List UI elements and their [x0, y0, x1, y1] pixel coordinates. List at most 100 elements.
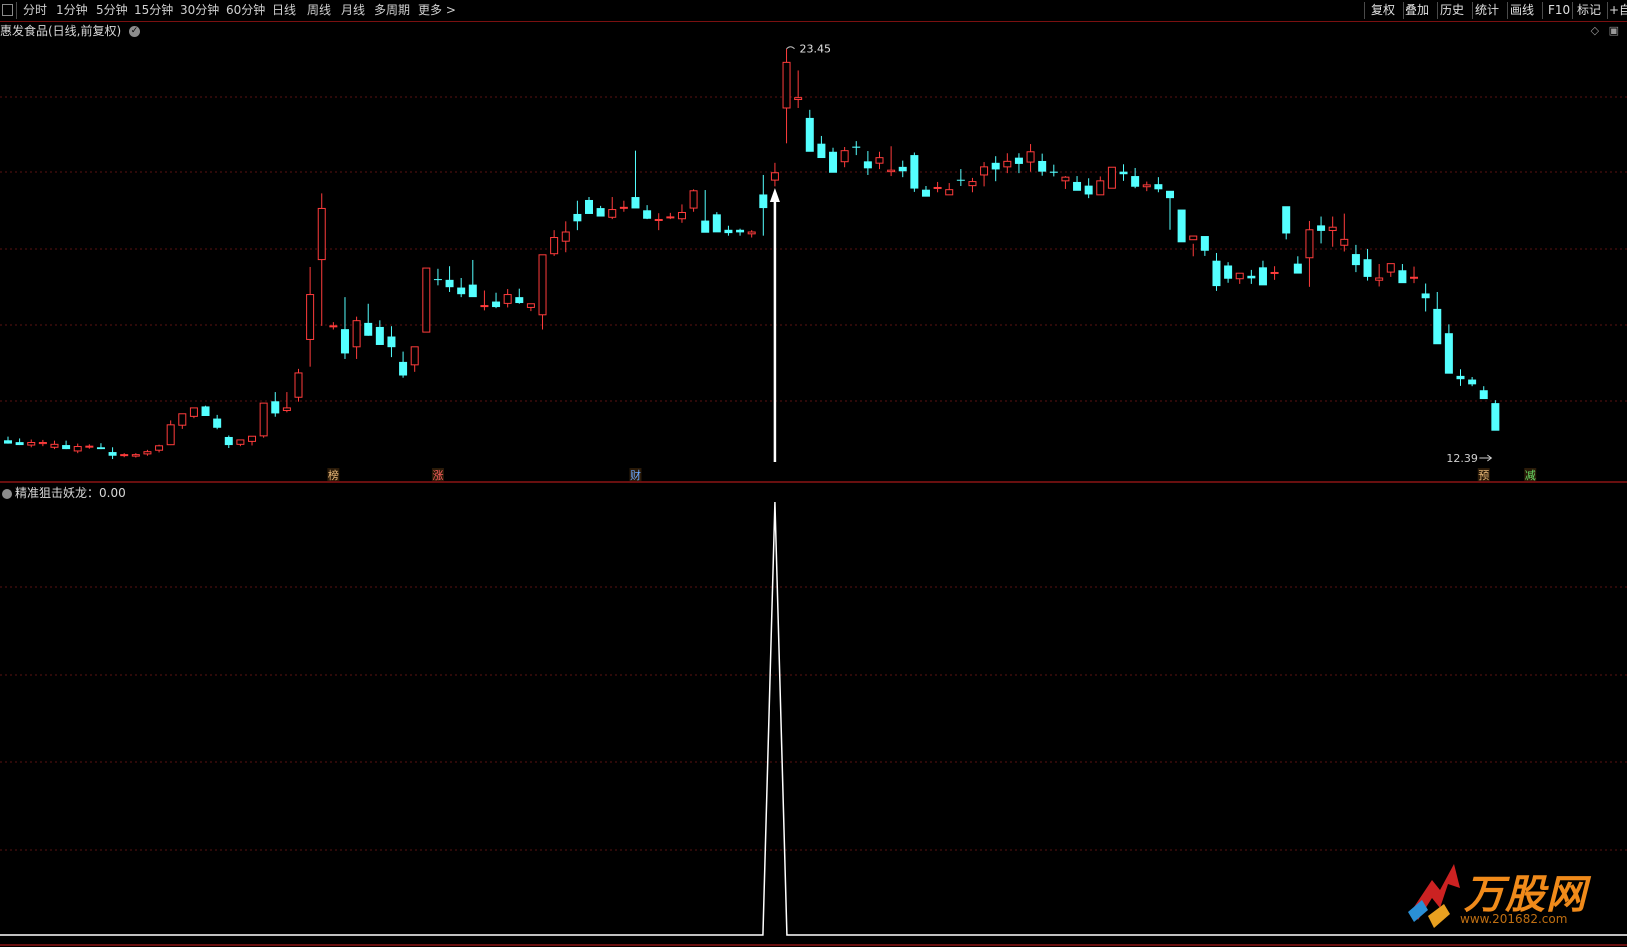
candle-body [248, 435, 257, 442]
candle-body [887, 169, 896, 173]
candle-body [96, 447, 105, 450]
candle-body [1363, 259, 1372, 277]
candle-body [1247, 275, 1256, 279]
candle-body [852, 146, 861, 148]
candle-body [1026, 151, 1035, 163]
indicator-toggle-icon[interactable] [2, 488, 12, 499]
signal-arrow-head [769, 188, 780, 202]
candle-body [1386, 263, 1395, 273]
candle-body [1328, 226, 1337, 232]
candle-body [178, 413, 187, 426]
candle-body [1444, 333, 1453, 374]
candle-body [619, 206, 628, 209]
candle-body [143, 451, 152, 455]
candle-body [829, 151, 838, 173]
candle-body [968, 181, 977, 187]
candle-body [445, 279, 454, 288]
candle-body [50, 443, 59, 448]
candle-body [236, 439, 245, 445]
candle-body [1084, 185, 1093, 195]
candle-body [503, 294, 512, 304]
candle-body [689, 190, 698, 209]
candle-body [1224, 265, 1233, 279]
candle-body [375, 326, 384, 345]
candle-body [1061, 176, 1070, 182]
candle-body [1293, 263, 1302, 274]
candle-body [1456, 375, 1465, 380]
candle-body [224, 436, 233, 446]
candle-body [933, 186, 942, 189]
candle-body [736, 229, 745, 233]
candle-body [817, 143, 826, 159]
candle-body [712, 214, 721, 233]
candle-body [1340, 238, 1349, 246]
candle-body [1398, 270, 1407, 284]
high-price-pointer [786, 46, 795, 50]
candle-body [1351, 254, 1360, 266]
candle-body [62, 445, 71, 450]
event-marker-4: 预 [1478, 469, 1489, 482]
candle-body [15, 442, 24, 446]
site-watermark-logo: 万股网 www.201682.com [1402, 850, 1627, 947]
candle-body [1305, 229, 1314, 259]
candle-body [73, 446, 82, 452]
candle-body [27, 441, 36, 446]
candle-body [956, 179, 965, 181]
candle-body [945, 189, 954, 196]
candle-body [1142, 184, 1151, 188]
candle-body [306, 294, 315, 340]
candle-body [4, 440, 12, 444]
candle-body [131, 454, 140, 457]
candle-body [1200, 236, 1209, 251]
candle-body [352, 320, 361, 348]
candle-body [410, 346, 419, 366]
candle-body [480, 305, 489, 308]
candle-body [1212, 260, 1221, 287]
candle-body [608, 209, 617, 218]
candle-body [701, 220, 710, 233]
candle-body [805, 117, 814, 152]
candle-body [782, 61, 791, 109]
candle-body [340, 329, 349, 354]
candle-body [189, 407, 198, 417]
candle-body [794, 97, 803, 101]
candle-body [399, 361, 408, 376]
arrow-logo-icon [1408, 864, 1460, 928]
candle-body [282, 407, 291, 411]
candle-body [898, 166, 907, 172]
candle-body [561, 231, 570, 242]
candle-body [492, 301, 501, 308]
candle-body [631, 197, 640, 209]
candle-body [770, 172, 779, 181]
event-marker-1: 榜 [328, 468, 339, 482]
candle-body [1154, 184, 1163, 190]
candle-body [1421, 293, 1430, 299]
indicator-title: 精准狙击妖龙：0.00 [0, 484, 126, 501]
candle-body [120, 454, 129, 457]
low-price-arrow [1479, 454, 1493, 462]
candle-body [1468, 379, 1477, 385]
candle-body [468, 284, 477, 298]
candle-body [840, 150, 849, 163]
candle-body [515, 297, 524, 304]
candle-body [166, 424, 175, 446]
candle-body [1131, 176, 1140, 187]
candle-body [271, 401, 280, 414]
candle-body [1096, 180, 1105, 196]
candle-body [863, 161, 872, 169]
candle-body [294, 372, 303, 398]
candle-body [201, 406, 210, 416]
indicator-line [0, 501, 1627, 936]
candle-body [1119, 171, 1128, 175]
kline-chart[interactable]: 23.45 12.39 榜 涨 财 预 减 [0, 0, 1627, 947]
candle-body [364, 322, 373, 336]
candle-body [677, 211, 686, 220]
candle-body [573, 213, 582, 222]
candle-body [1258, 267, 1267, 286]
candle-body [654, 218, 663, 221]
candle-body [991, 162, 1000, 170]
candle-body [85, 445, 94, 448]
candle-body [1049, 171, 1058, 173]
candle-body [38, 441, 47, 445]
candle-body [1375, 277, 1384, 281]
